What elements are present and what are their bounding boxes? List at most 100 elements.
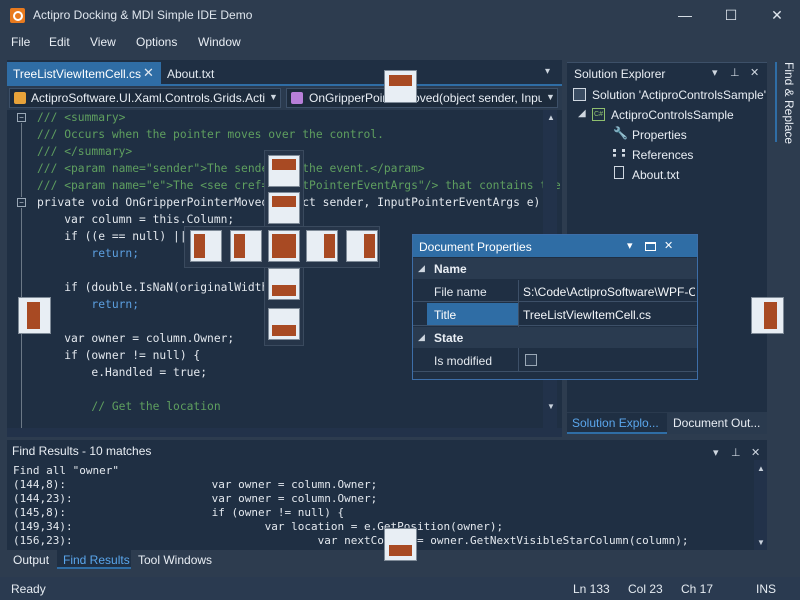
fold-icon[interactable]: −: [17, 198, 26, 207]
tab-about-txt[interactable]: About.txt: [167, 67, 214, 81]
fold-icon[interactable]: −: [17, 113, 26, 122]
find-result-line[interactable]: (144,8): var owner = column.Owner;: [13, 478, 377, 492]
menu-window[interactable]: Window: [198, 35, 241, 49]
scroll-down-icon[interactable]: ▼: [547, 402, 555, 411]
tab-label: TreeListViewItemCell.cs: [13, 67, 142, 81]
pin-icon[interactable]: ⊥: [731, 446, 741, 459]
tree-item-project[interactable]: ActiproControlsSample: [611, 108, 734, 122]
property-key: Title: [434, 308, 457, 322]
tab-output[interactable]: Output: [13, 553, 49, 567]
find-result-line[interactable]: (156,23): var nextColumn = owner.GetNext…: [13, 534, 689, 548]
status-mode: INS: [756, 582, 777, 596]
dock-guide-right[interactable]: [751, 297, 784, 334]
property-value-filename[interactable]: S:\Code\ActiproSoftware\WPF-Co: [523, 285, 695, 299]
code-line: /// Occurs when the pointer moves over t…: [37, 128, 384, 141]
dock-guide-inner-bottom[interactable]: [268, 268, 300, 300]
close-icon[interactable]: ✕: [751, 446, 760, 459]
minimize-button[interactable]: —: [662, 0, 708, 31]
code-line: if (owner != null) {: [37, 349, 201, 362]
code-line: /// <param name="sender">The sender of t…: [37, 162, 425, 175]
find-replace-tab[interactable]: Find & Replace: [782, 62, 796, 144]
menu-file[interactable]: File: [11, 35, 30, 49]
code-line: e.Handled = true;: [37, 366, 208, 379]
document-properties-title: Document Properties: [419, 240, 532, 254]
dropdown-icon[interactable]: ▾: [712, 66, 718, 79]
document-icon: [614, 166, 624, 179]
tab-tool-windows[interactable]: Tool Windows: [138, 553, 212, 567]
tab-overflow-icon[interactable]: ▾: [545, 66, 550, 77]
maximize-icon[interactable]: [645, 242, 656, 251]
pin-icon[interactable]: ⊥: [730, 66, 740, 79]
tree-item-references[interactable]: References: [632, 148, 693, 162]
editor-horizontal-scrollbar[interactable]: [7, 428, 562, 437]
code-line: return;: [37, 247, 140, 260]
scroll-down-icon[interactable]: ▼: [757, 538, 765, 547]
collapse-icon[interactable]: ◢: [418, 263, 425, 274]
code-line: /// <summary>: [37, 111, 126, 124]
code-line: return;: [37, 298, 140, 311]
dock-guide-center-right[interactable]: [346, 230, 378, 262]
dock-guide-bottom[interactable]: [384, 528, 417, 561]
dock-guide-left[interactable]: [18, 297, 51, 334]
tab-close-icon[interactable]: ✕: [143, 65, 154, 81]
property-key: File name: [434, 285, 487, 299]
member-combo-label: OnGripperPointerMoved(object sender, Inp…: [309, 91, 542, 105]
close-button[interactable]: ✕: [754, 0, 800, 31]
maximize-button[interactable]: ☐: [708, 0, 754, 31]
tree-item-properties[interactable]: Properties: [632, 128, 687, 142]
window-title: Actipro Docking & MDI Simple IDE Demo: [33, 8, 253, 22]
find-result-line[interactable]: (145,8): if (owner != null) {: [13, 506, 344, 520]
tab-find-results[interactable]: Find Results: [63, 553, 130, 567]
find-result-line[interactable]: (149,34): var location = e.GetPosition(o…: [13, 520, 503, 534]
dock-guide-inner-top[interactable]: [268, 192, 300, 224]
dock-guide-center-top[interactable]: [268, 155, 300, 187]
chevron-down-icon[interactable]: ▼: [269, 92, 278, 102]
code-line: var owner = column.Owner;: [37, 332, 235, 345]
dropdown-icon[interactable]: ▾: [713, 446, 719, 459]
menu-view[interactable]: View: [90, 35, 116, 49]
find-replace-accent: [775, 62, 777, 142]
find-results-scrollbar[interactable]: [754, 460, 767, 550]
expand-icon[interactable]: ◢: [578, 108, 586, 119]
find-result-line[interactable]: (144,23): var owner = column.Owner;: [13, 492, 377, 506]
tree-item-solution[interactable]: Solution 'ActiproControlsSample': [592, 88, 766, 102]
property-key: Is modified: [434, 354, 493, 368]
category-name-label: Name: [434, 262, 467, 276]
fold-line: [21, 123, 22, 197]
code-line: /// </summary>: [37, 145, 133, 158]
app-icon: [10, 8, 25, 23]
property-value-title[interactable]: TreeListViewItemCell.cs: [523, 308, 695, 322]
menu-edit[interactable]: Edit: [49, 35, 70, 49]
close-icon[interactable]: ✕: [664, 239, 673, 252]
dock-guide-top[interactable]: [384, 70, 417, 103]
wrench-icon: 🔧: [613, 126, 628, 140]
collapse-icon[interactable]: ◢: [418, 332, 425, 343]
dock-guide-center[interactable]: [268, 230, 300, 262]
scroll-up-icon[interactable]: ▲: [547, 113, 555, 122]
tab-document-outline[interactable]: Document Out...: [673, 416, 760, 430]
status-char: Ch 17: [681, 582, 714, 596]
code-line: if (double.IsNaN(originalWidth)): [37, 281, 282, 294]
dock-guide-inner-left[interactable]: [230, 230, 262, 262]
dropdown-icon[interactable]: ▾: [627, 239, 633, 252]
dock-guide-inner-right[interactable]: [306, 230, 338, 262]
is-modified-checkbox[interactable]: [525, 354, 537, 366]
code-line: // Get the location: [37, 400, 221, 413]
find-result-line[interactable]: Find all "owner": [13, 464, 119, 478]
chevron-down-icon[interactable]: ▼: [546, 92, 555, 102]
status-line: Ln 133: [573, 582, 610, 596]
tree-item-about[interactable]: About.txt: [632, 168, 679, 182]
dock-guide-center-left[interactable]: [190, 230, 222, 262]
find-results-title: Find Results - 10 matches: [12, 444, 152, 458]
property-divider: [413, 371, 697, 372]
tab-solution-explorer-label: Solution Explo...: [572, 416, 659, 430]
dock-guide-center-bottom[interactable]: [268, 308, 300, 340]
csharp-project-icon: C#: [592, 108, 605, 121]
category-state-label: State: [434, 331, 464, 345]
close-icon[interactable]: ✕: [750, 66, 759, 79]
type-combo-label: ActiproSoftware.UI.Xaml.Controls.Grids.A…: [31, 91, 265, 105]
scroll-up-icon[interactable]: ▲: [757, 464, 765, 473]
status-text: Ready: [11, 582, 46, 596]
solution-explorer-title: Solution Explorer: [574, 67, 666, 81]
menu-options[interactable]: Options: [136, 35, 177, 49]
